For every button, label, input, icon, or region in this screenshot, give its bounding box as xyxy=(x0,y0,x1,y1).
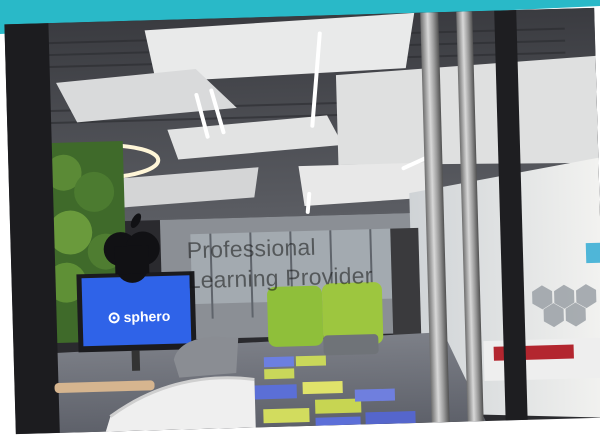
office-scene xyxy=(4,7,600,435)
sphero-mark-icon xyxy=(108,311,120,324)
sphero-wordmark: sphero xyxy=(123,307,171,326)
sphero-logo: sphero xyxy=(108,307,171,326)
green-pod xyxy=(267,285,324,347)
blue-sign xyxy=(585,242,600,264)
decal-line-2: Learning Provider xyxy=(187,262,373,294)
office-photo: sphero Professional Learning Provider xyxy=(4,7,600,435)
glass-decal-text: Professional Learning Provider xyxy=(186,230,373,295)
